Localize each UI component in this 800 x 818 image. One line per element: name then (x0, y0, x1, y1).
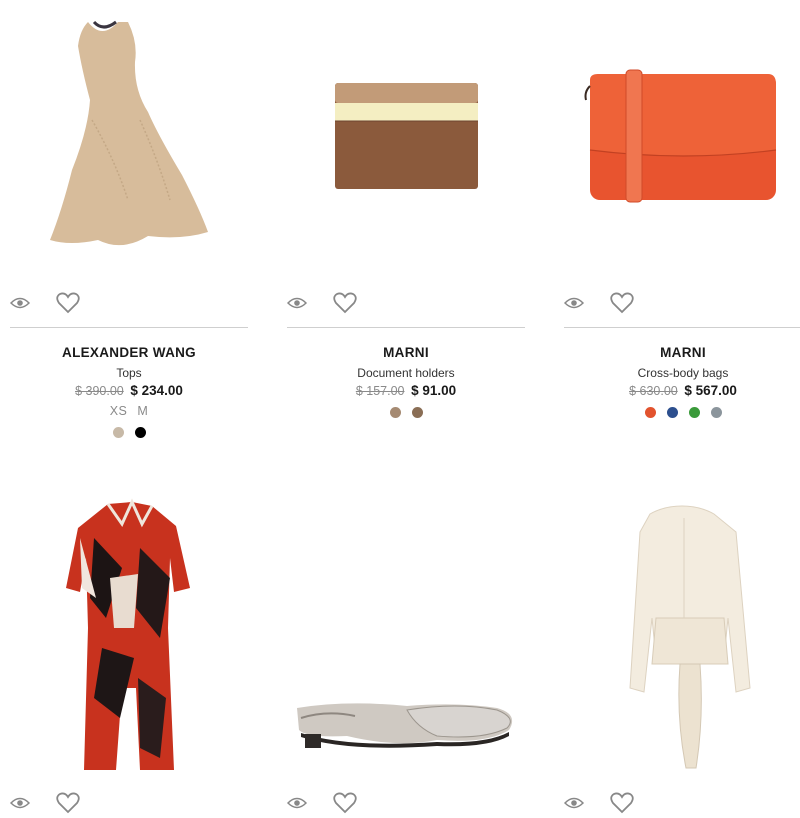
heart-icon[interactable] (610, 792, 634, 814)
heart-icon[interactable] (56, 792, 80, 814)
color-swatch[interactable] (644, 407, 656, 418)
color-swatch[interactable] (112, 427, 124, 438)
sale-price: $ 567.00 (684, 383, 737, 398)
eye-icon[interactable] (564, 296, 584, 310)
size-option[interactable]: XS (110, 404, 128, 418)
size-list: XS M (10, 404, 248, 418)
original-price: $ 630.00 (629, 384, 678, 398)
eye-icon[interactable] (287, 296, 307, 310)
product-category: Document holders (357, 366, 455, 380)
original-price: $ 390.00 (75, 384, 124, 398)
heart-icon[interactable] (56, 292, 80, 314)
divider (10, 327, 248, 328)
price: $ 390.00 $ 234.00 (10, 383, 248, 398)
color-swatches (10, 427, 248, 438)
eye-icon[interactable] (564, 796, 584, 810)
heart-icon[interactable] (333, 292, 357, 314)
color-swatch[interactable] (710, 407, 722, 418)
brand-name[interactable]: MARNI (287, 345, 525, 360)
original-price: $ 157.00 (355, 384, 405, 398)
eye-icon[interactable] (10, 296, 30, 310)
color-swatches (287, 407, 525, 418)
price: $ 630.00 $ 567.00 (564, 383, 800, 398)
product-image[interactable] (564, 478, 800, 778)
product-image[interactable] (287, 0, 535, 275)
brand-name[interactable]: ALEXANDER WANG (10, 345, 248, 360)
heart-icon[interactable] (610, 292, 634, 314)
eye-icon[interactable] (287, 796, 307, 810)
divider (564, 327, 800, 328)
color-swatch[interactable] (389, 407, 401, 418)
sale-price: $ 234.00 (130, 383, 183, 398)
brand-name[interactable]: MARNI (564, 345, 800, 360)
size-option[interactable]: M (137, 404, 148, 418)
product-category: Tops (116, 366, 142, 380)
color-swatch[interactable] (411, 407, 423, 418)
product-image[interactable] (287, 478, 535, 778)
sale-price: $ 91.00 (411, 383, 457, 398)
color-swatches (564, 407, 800, 418)
price: $ 157.00 $ 91.00 (287, 383, 525, 398)
product-image[interactable] (564, 0, 800, 275)
color-swatch[interactable] (688, 407, 700, 418)
color-swatch[interactable] (666, 407, 678, 418)
divider (287, 327, 525, 328)
product-image[interactable] (10, 0, 258, 275)
eye-icon[interactable] (10, 796, 30, 810)
color-swatch[interactable] (134, 427, 146, 438)
heart-icon[interactable] (333, 792, 357, 814)
product-image[interactable] (10, 478, 258, 778)
product-category: Cross-body bags (637, 366, 729, 380)
